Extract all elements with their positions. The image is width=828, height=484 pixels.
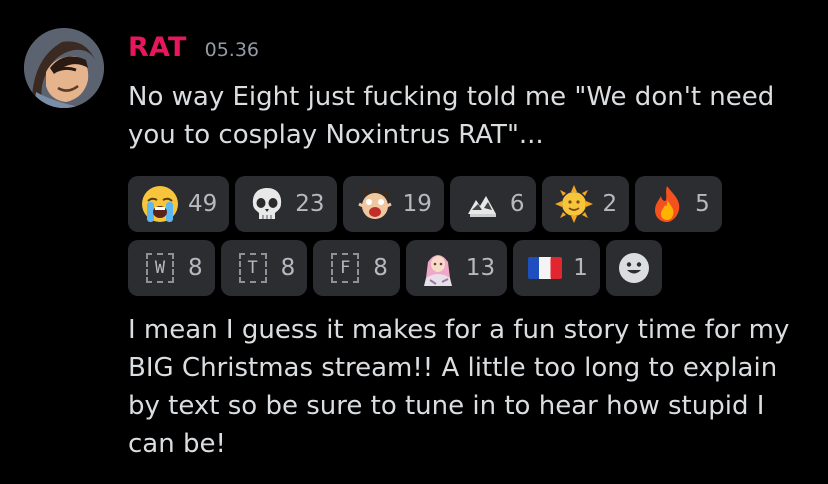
reaction-fire[interactable]: 5 <box>635 176 722 232</box>
letter-t-label: T <box>238 253 267 283</box>
reaction-count: 13 <box>465 255 496 281</box>
reaction-count: 1 <box>573 255 588 281</box>
timestamp: 05.36 <box>204 39 260 61</box>
reaction-letter-t[interactable]: T 8 <box>220 240 308 296</box>
reaction-count: 8 <box>373 255 388 281</box>
reaction-letter-f[interactable]: F 8 <box>313 240 400 296</box>
reaction-count: 23 <box>295 191 325 217</box>
letter-f-icon: F <box>325 248 365 288</box>
custom-crowd-emoji-icon <box>462 184 502 224</box>
smiley-face-icon <box>618 253 649 283</box>
reaction-flag-france[interactable]: 1 <box>513 240 600 296</box>
reaction-count: 8 <box>280 255 296 281</box>
letter-w-icon: W <box>140 248 180 288</box>
add-reaction-button[interactable] <box>605 240 662 296</box>
fire-icon <box>647 184 687 224</box>
reactions-bar: 49 23 19 6 2 5 W 8 T 8 F 8 13 1 <box>128 176 818 304</box>
reaction-letter-w[interactable]: W 8 <box>128 240 215 296</box>
message-text-2: I mean I guess it makes for a fun story … <box>128 315 790 459</box>
message-header: RAT 05.36 <box>128 32 259 68</box>
sun-with-face-icon <box>554 184 594 224</box>
shocked-custom-emoji-icon <box>355 184 395 224</box>
letter-t-icon: T <box>233 248 273 288</box>
letter-w-label: W <box>146 253 174 283</box>
reaction-count: 19 <box>402 191 432 217</box>
letter-f-label: F <box>331 253 360 283</box>
loudly-crying-face-icon <box>140 184 180 224</box>
reaction-custom-crowd[interactable]: 6 <box>449 176 537 232</box>
reaction-custom-anime-character[interactable]: 13 <box>405 240 508 296</box>
username[interactable]: RAT <box>128 32 187 63</box>
skull-icon <box>247 184 287 224</box>
flag-france-icon <box>525 248 565 288</box>
message-text-1: No way Eight just fucking told me "We do… <box>128 82 775 150</box>
avatar-image <box>24 28 104 108</box>
custom-anime-character-icon <box>418 248 458 288</box>
reaction-count: 8 <box>188 255 203 281</box>
reaction-count: 6 <box>509 191 525 217</box>
reaction-count: 49 <box>188 191 218 217</box>
reaction-count: 5 <box>695 191 710 217</box>
reaction-count: 2 <box>602 191 618 217</box>
reaction-skull[interactable]: 23 <box>235 176 337 232</box>
reaction-loudly-crying[interactable]: 49 <box>128 176 230 232</box>
reaction-shocked-custom[interactable]: 19 <box>342 176 444 232</box>
reaction-sun-with-face[interactable]: 2 <box>542 176 630 232</box>
user-avatar[interactable] <box>24 28 104 108</box>
